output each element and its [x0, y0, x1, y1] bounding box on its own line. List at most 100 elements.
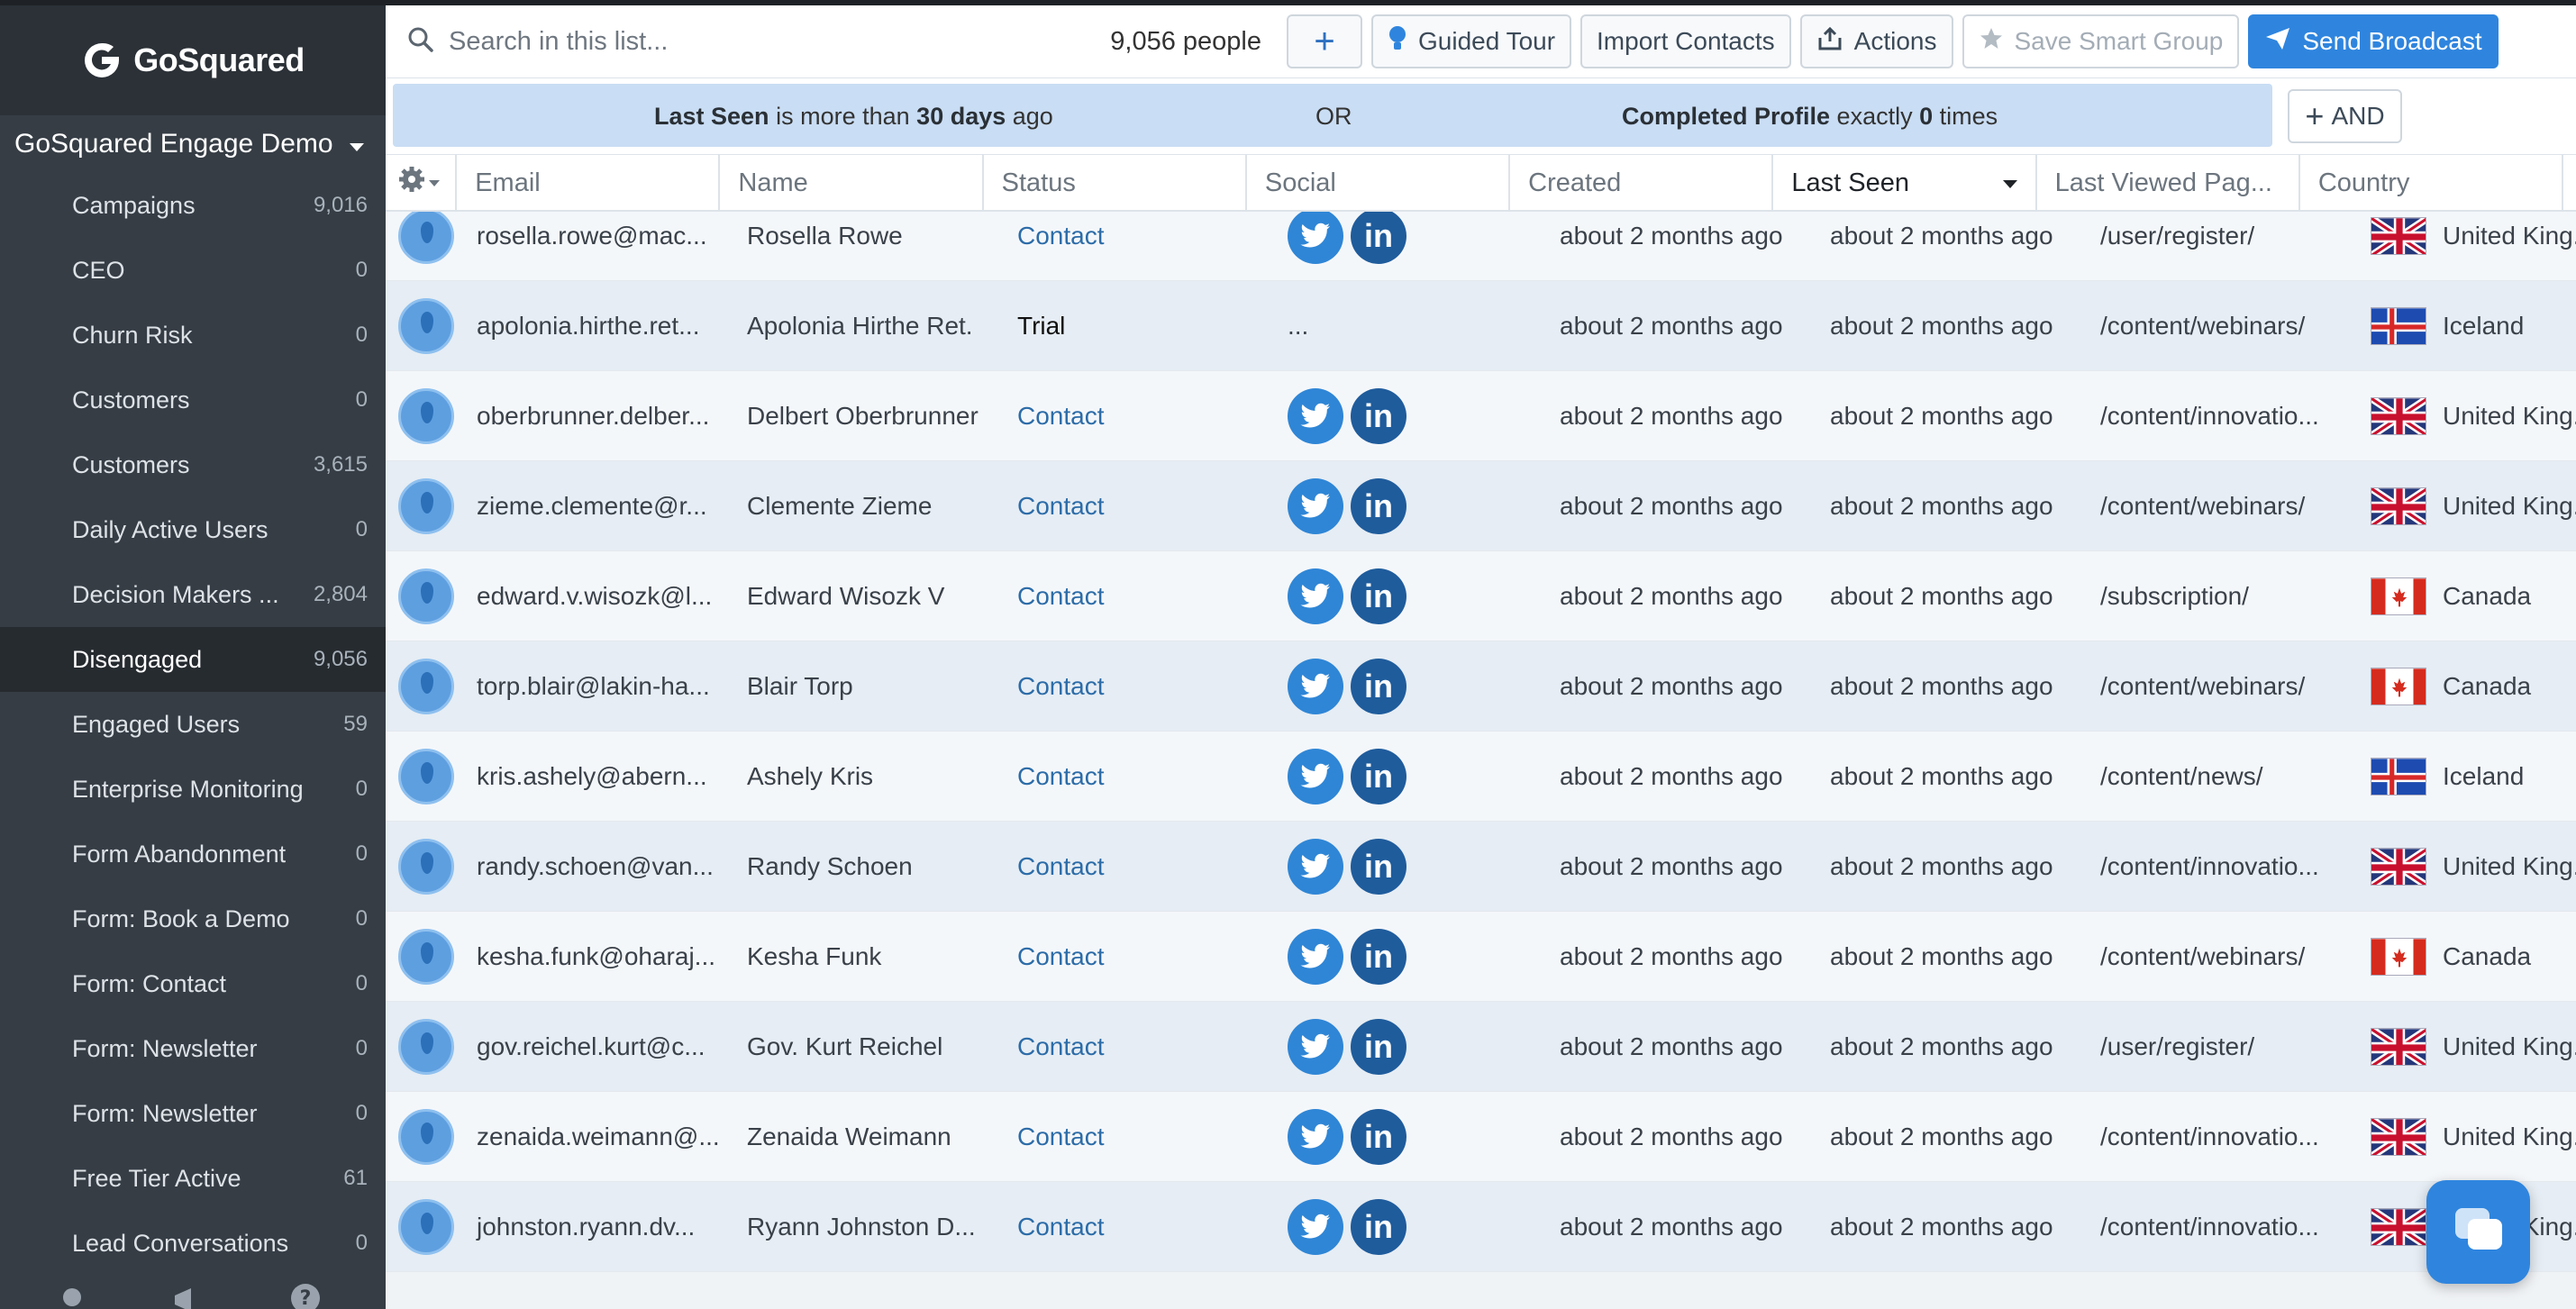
sidebar-item[interactable]: Engaged Users 59 — [0, 692, 386, 757]
twitter-icon[interactable] — [1288, 1018, 1343, 1075]
sidebar-item[interactable]: Campaigns 9,016 — [0, 173, 386, 238]
country-cell: United King... — [2351, 1002, 2576, 1092]
linkedin-icon[interactable]: in — [1351, 838, 1406, 895]
avatar[interactable] — [398, 838, 454, 895]
linkedin-icon[interactable]: in — [1351, 568, 1406, 624]
twitter-icon[interactable] — [1288, 477, 1343, 534]
send-broadcast-button[interactable]: Send Broadcast — [2248, 14, 2499, 68]
table-row[interactable]: johnston.ryann.dv... Ryann Johnston D...… — [386, 1182, 2576, 1272]
sidebar-item[interactable]: Churn Risk 0 — [0, 303, 386, 368]
avatar[interactable] — [398, 207, 454, 264]
twitter-icon[interactable] — [1288, 387, 1343, 444]
project-switcher[interactable]: GoSquared Engage Demo — [0, 115, 386, 173]
avatar[interactable] — [398, 568, 454, 624]
column-header[interactable]: Social — [1247, 155, 1511, 211]
twitter-icon[interactable] — [1288, 1198, 1343, 1255]
avatar[interactable] — [398, 477, 454, 534]
avatar[interactable] — [398, 928, 454, 985]
column-header[interactable]: Created — [1510, 155, 1774, 211]
sidebar-item[interactable]: Form: Newsletter 0 — [0, 1016, 386, 1081]
avatar[interactable] — [398, 658, 454, 714]
help-icon[interactable]: ? — [290, 1283, 321, 1309]
linkedin-icon[interactable]: in — [1351, 477, 1406, 534]
avatar[interactable] — [398, 297, 454, 354]
table-row[interactable]: randy.schoen@van... Randy Schoen Contact… — [386, 822, 2576, 912]
sidebar-item[interactable]: Form Abandonment 0 — [0, 822, 386, 886]
search-input[interactable] — [449, 26, 1079, 57]
brand-logo[interactable]: GoSquared — [0, 5, 386, 115]
twitter-icon[interactable] — [1288, 1108, 1343, 1165]
name-cell: Ryann Johnston D... — [747, 1212, 976, 1241]
twitter-icon[interactable] — [1288, 568, 1343, 624]
avatar[interactable] — [398, 748, 454, 804]
linkedin-icon[interactable]: in — [1351, 928, 1406, 985]
status-cell: Contact — [1017, 851, 1105, 880]
avatar[interactable] — [398, 1198, 454, 1255]
twitter-icon[interactable] — [1288, 658, 1343, 714]
add-and-filter-button[interactable]: + AND — [2288, 89, 2402, 143]
column-header[interactable]: Name — [720, 155, 984, 211]
sidebar-item[interactable]: Form: Newsletter 0 — [0, 1081, 386, 1146]
avatar[interactable] — [398, 387, 454, 444]
twitter-icon[interactable] — [1288, 838, 1343, 895]
guided-tour-button[interactable]: Guided Tour — [1371, 14, 1572, 68]
actions-button[interactable]: Actions — [1799, 14, 1953, 68]
sidebar-item[interactable]: Customers 3,615 — [0, 432, 386, 497]
chat-widget-button[interactable] — [2426, 1180, 2530, 1284]
sidebar-item[interactable]: Free Tier Active 61 — [0, 1146, 386, 1211]
column-header[interactable]: Status — [984, 155, 1247, 211]
sidebar-item[interactable]: Enterprise Monitoring 0 — [0, 757, 386, 822]
add-column-button[interactable]: + — [2563, 155, 2576, 211]
linkedin-icon[interactable]: in — [1351, 658, 1406, 714]
filter-group[interactable]: Last Seen is more than 30 days ago OR Co… — [393, 84, 2272, 147]
linkedin-icon[interactable]: in — [1351, 1108, 1406, 1165]
table-row[interactable]: torp.blair@lakin-ha... Blair Torp Contac… — [386, 641, 2576, 732]
sidebar-item-label: Form Abandonment — [72, 840, 287, 868]
linkedin-icon[interactable]: in — [1351, 207, 1406, 264]
twitter-icon[interactable] — [1288, 748, 1343, 804]
column-header[interactable]: Country — [2300, 155, 2564, 211]
created-cell: about 2 months ago — [1560, 1212, 1783, 1241]
avatar[interactable] — [398, 1108, 454, 1165]
table-row[interactable]: zenaida.weimann@... Zenaida Weimann Cont… — [386, 1092, 2576, 1182]
add-contact-button[interactable]: + — [1287, 14, 1362, 68]
linkedin-icon[interactable]: in — [1351, 387, 1406, 444]
column-header[interactable]: Last Viewed Pag... — [2037, 155, 2300, 211]
sidebar-item[interactable]: Disengaged 9,056 — [0, 627, 386, 692]
lightbulb-icon[interactable] — [59, 1286, 85, 1309]
import-contacts-button[interactable]: Import Contacts — [1580, 14, 1791, 68]
column-header[interactable]: Last Seen — [1773, 155, 2037, 211]
table-row[interactable]: apolonia.hirthe.ret... Apolonia Hirthe R… — [386, 281, 2576, 371]
sidebar-item[interactable]: Form: Book a Demo 0 — [0, 886, 386, 951]
twitter-icon[interactable] — [1288, 207, 1343, 264]
linkedin-icon[interactable]: in — [1351, 1198, 1406, 1255]
filter-condition-2[interactable]: Completed Profile exactly 0 times — [1622, 103, 1998, 131]
table-row[interactable]: oberbrunner.delber... Delbert Oberbrunne… — [386, 371, 2576, 461]
filter-condition-1[interactable]: Last Seen is more than 30 days ago — [654, 103, 1053, 131]
sidebar-item[interactable]: Form: Contact 0 — [0, 951, 386, 1016]
sidebar-item[interactable]: Lead Conversations 0 — [0, 1211, 386, 1276]
sidebar-item-count: 0 — [355, 906, 368, 931]
column-settings-button[interactable] — [386, 155, 458, 211]
sidebar-item[interactable]: Customers 0 — [0, 368, 386, 432]
table-row[interactable]: edward.v.wisozk@l... Edward Wisozk V Con… — [386, 551, 2576, 641]
table-row[interactable]: gov.reichel.kurt@c... Gov. Kurt Reichel … — [386, 1002, 2576, 1092]
sidebar-item[interactable]: CEO 0 — [0, 238, 386, 303]
search-box: 9,056 people — [386, 26, 1287, 58]
table-row[interactable]: zieme.clemente@r... Clemente Zieme Conta… — [386, 461, 2576, 551]
linkedin-icon[interactable]: in — [1351, 1018, 1406, 1075]
sidebar-item[interactable]: Decision Makers ... 2,804 — [0, 562, 386, 627]
last-seen-cell: about 2 months ago — [1830, 941, 2053, 970]
megaphone-icon[interactable] — [173, 1286, 202, 1309]
table-row[interactable]: kesha.funk@oharaj... Kesha Funk Contact … — [386, 912, 2576, 1002]
linkedin-icon[interactable]: in — [1351, 748, 1406, 804]
country-cell: Iceland — [2351, 281, 2576, 371]
column-header[interactable]: Email — [457, 155, 721, 211]
country-cell: United King... — [2351, 1092, 2576, 1182]
save-smart-group-button[interactable]: Save Smart Group — [1962, 14, 2240, 68]
table-row[interactable]: kris.ashely@abern... Ashely Kris Contact… — [386, 732, 2576, 822]
sidebar-item-count: 59 — [343, 712, 368, 736]
avatar[interactable] — [398, 1018, 454, 1075]
twitter-icon[interactable] — [1288, 928, 1343, 985]
sidebar-item[interactable]: Daily Active Users 0 — [0, 497, 386, 562]
